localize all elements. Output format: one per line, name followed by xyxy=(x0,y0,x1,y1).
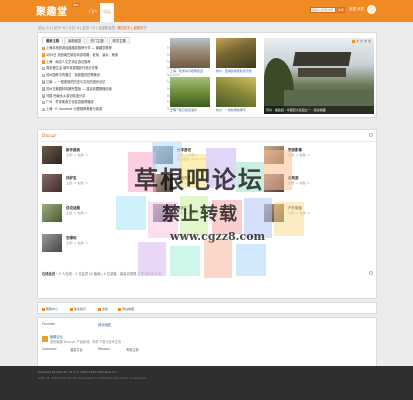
slider-dots: 1 2 3 4 5 xyxy=(351,40,371,43)
site-stats: 论坛: 15 | 帖子: 8 | 今日: 0 | 会员: 24 | 欢迎新会员: xyxy=(38,26,118,30)
logo-badge: BBS xyxy=(72,3,80,7)
page-footer: Powered by Discuz! X3.2 © 2001-2013 Coms… xyxy=(0,366,413,400)
tab-hot-topics[interactable]: 热门主题 xyxy=(86,37,108,44)
tab-digest-topics[interactable]: 精华主题 xyxy=(108,37,130,44)
thumb-caption[interactable]: 杭州 · 西湖的春夏秋冬景色 xyxy=(216,69,264,73)
footer-link[interactable]: 专用主机 xyxy=(126,347,139,352)
board-icon[interactable] xyxy=(42,234,62,252)
thumb-image[interactable] xyxy=(170,38,210,68)
slider-dot[interactable]: 3 xyxy=(360,40,363,43)
main-nav: 门户 论坛 xyxy=(86,3,114,22)
partner-links-panel: Founder 网站地图 聚趣论坛 提供聚趣 Discuz! 产品新闻、软件下载… xyxy=(37,317,377,371)
footer-link[interactable]: 漫游平台 xyxy=(70,347,83,352)
list-item[interactable]: 9广州 · 早茶美食文化巡游推荐路线TravelAn xyxy=(42,99,182,106)
nav-item-portal[interactable]: 门户 xyxy=(86,3,100,22)
board-icon[interactable] xyxy=(42,146,62,164)
watermark-overlay: 草根吧论坛 禁止转载 www.cgzz8.com xyxy=(108,142,313,282)
tab-latest-replies[interactable]: 最新回复 xyxy=(64,37,86,44)
thumb-image[interactable] xyxy=(216,38,256,68)
footer-link[interactable]: Yeswan xyxy=(98,347,110,351)
list-item[interactable]: 4 周末慢生活 城市景观摄影作品分享集 TravelAn xyxy=(42,65,182,72)
watermark-title: 草根吧论坛 xyxy=(134,165,264,194)
board-stats: 主题: 0, 帖数: 0 xyxy=(66,181,88,185)
thumb-image[interactable] xyxy=(216,77,256,107)
settings-link[interactable]: 设置 xyxy=(349,7,356,12)
thumb-image[interactable] xyxy=(170,77,210,107)
list-item[interactable]: 5 苏州园林中的春日 · 拙政园的四季美景 TravelAn xyxy=(42,72,182,79)
newest-member-link[interactable]: 我的名字 | 最新帖子 xyxy=(117,26,147,30)
news-list: 1上海本地旅游经典路线推荐分享 — 聚趣堂推荐TravelAn 24月5日 浙西… xyxy=(42,45,182,113)
top-bar: 聚趣堂 BBS 门户 论坛 请输入搜索内容 搜索 设置 消息 xyxy=(0,0,413,22)
slider-dot[interactable]: 4 xyxy=(364,40,367,43)
search-button[interactable]: 搜索 xyxy=(337,7,345,13)
list-item[interactable]: 8乌镇 西塘水乡游记精选分享TravelAn xyxy=(42,93,182,100)
expand-icon[interactable] xyxy=(369,271,373,275)
slider-dot[interactable]: 2 xyxy=(356,40,359,43)
link-friends[interactable]: 友链 xyxy=(98,307,108,311)
quick-links: 帮助中心 联系我们 友链 网站地图 xyxy=(37,302,377,314)
footer-link[interactable]: Comsenz xyxy=(42,347,57,351)
slider-dot[interactable]: 5 xyxy=(368,40,371,43)
watermark-subtitle: 禁止转载 xyxy=(162,204,238,225)
list-item[interactable]: 3上海 · 南京人文艺术区游记推荐TravelAn xyxy=(42,59,182,66)
partner-logo-icon[interactable] xyxy=(42,336,48,342)
thumb-caption[interactable]: 上海 · 老洋房与梧桐街道 xyxy=(170,69,218,73)
list-item[interactable]: 7苏州古典园林攻略完整版 — 建议收藏慢慢阅读TravelAn xyxy=(42,86,182,93)
partner-description: 提供聚趣 Discuz! 产品新闻、软件下载与技术交流 xyxy=(50,340,122,344)
board-icon[interactable] xyxy=(42,204,62,222)
user-avatar[interactable] xyxy=(367,5,376,14)
featured-caption[interactable]: 苏州 · 拙政园 · 中国四大名园之一 · 建议收藏 xyxy=(264,106,374,114)
list-item[interactable]: 24月5日 浙西南古镇自驾游攻略，老街、溪水、美食TravelAn xyxy=(42,52,182,59)
partner-link[interactable]: 网站地图 xyxy=(98,322,111,327)
online-stats-label[interactable]: 在线会员 - xyxy=(42,272,59,276)
list-item[interactable]: 10 上海 · E Gourmet 行程推荐美食与旅游 TravelAn xyxy=(42,106,182,113)
thumb-caption[interactable]: 上海 · 秋日街道漫步 xyxy=(170,108,218,112)
link-help[interactable]: 帮助中心 xyxy=(42,307,58,311)
category-title[interactable]: Discuz! xyxy=(42,133,57,138)
list-item[interactable]: 1上海本地旅游经典路线推荐分享 — 聚趣堂推荐TravelAn xyxy=(42,45,182,52)
link-sitemap[interactable]: 网站地图 xyxy=(118,307,134,311)
breadcrumb: 论坛: 15 | 帖子: 8 | 今日: 0 | 会员: 24 | 欢迎新会员:… xyxy=(38,25,147,30)
friend-link-icon xyxy=(98,307,101,311)
slider-dot[interactable]: 1 xyxy=(352,40,355,43)
search-input[interactable]: 请输入搜索内容 xyxy=(310,7,336,13)
board-stats: 主题: 1, 帖数: 1 xyxy=(66,153,88,157)
powered-by[interactable]: Powered by Discuz! X3.2 © 2001-2013 Coms… xyxy=(38,370,117,374)
nav-item-forum[interactable]: 论坛 xyxy=(100,3,114,22)
site-logo[interactable]: 聚趣堂 xyxy=(36,3,68,18)
board-stats: 主题: 1, 帖数: 1 xyxy=(66,211,88,215)
list-item[interactable]: 6江南 — 一座座城的历史与文化的漫步记忆TravelAn xyxy=(42,79,182,86)
contact-icon xyxy=(70,307,73,311)
thumb-caption[interactable]: 杭州 · 一场秋雨的季节 xyxy=(216,108,264,112)
link-contact[interactable]: 联系我们 xyxy=(70,307,86,311)
sitemap-icon xyxy=(118,307,121,311)
debug-info: GMT+8, 2014-3-21 16:30, Processed in 0.0… xyxy=(38,376,147,380)
portal-panel: 最新主题 最新回复 热门主题 精华主题 1 上海本地旅游经典路线推荐分享 — 聚趣… xyxy=(37,32,377,118)
partner-link[interactable]: Founder xyxy=(42,322,55,326)
portal-tabs: 最新主题 最新回复 热门主题 精华主题 xyxy=(42,37,131,44)
watermark-url: www.cgzz8.com xyxy=(170,230,266,243)
messages-link[interactable]: 消息 xyxy=(357,7,364,12)
help-icon xyxy=(42,307,45,311)
collapse-icon[interactable] xyxy=(369,133,373,137)
board-stats: 主题: 1, 帖数: 1 xyxy=(66,241,88,245)
featured-slideshow[interactable]: 1 2 3 4 5 苏州 · 拙政园 · 中国四大名园之一 · 建议收藏 xyxy=(264,38,374,114)
board-icon[interactable] xyxy=(42,174,62,192)
tab-latest-topics[interactable]: 最新主题 xyxy=(42,37,64,44)
